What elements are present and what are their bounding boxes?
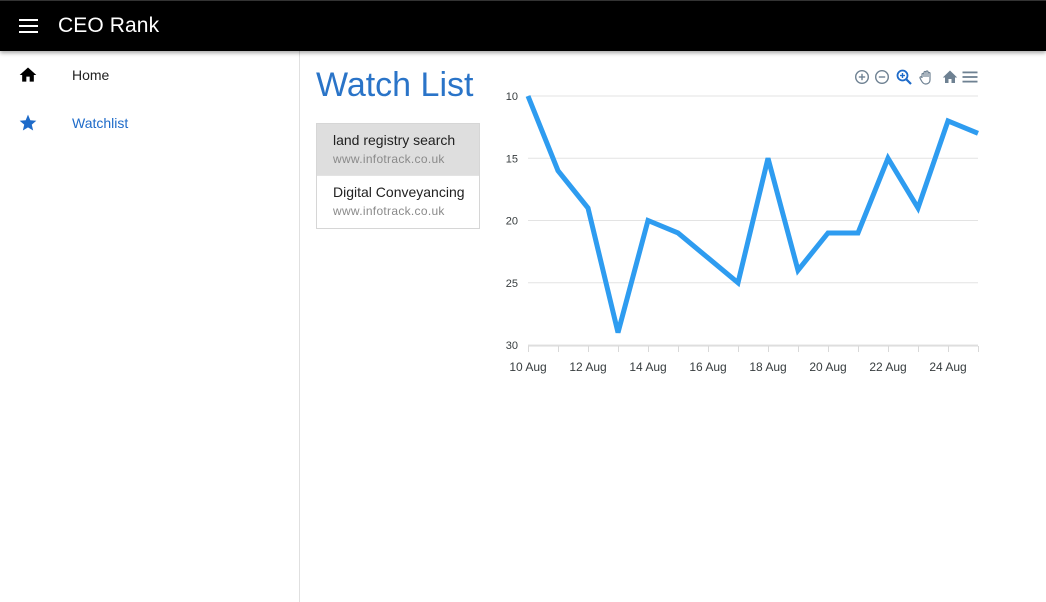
x-tick-label: 20 Aug bbox=[809, 360, 846, 374]
y-tick-label: 20 bbox=[506, 216, 518, 228]
sidebar-item-label: Home bbox=[72, 67, 110, 83]
y-tick-label: 15 bbox=[506, 153, 518, 165]
x-tick-label: 14 Aug bbox=[629, 360, 666, 374]
sidebar-item-watchlist[interactable]: Watchlist bbox=[0, 99, 299, 147]
list-item-url: www.infotrack.co.uk bbox=[333, 152, 445, 166]
x-tick-label: 12 Aug bbox=[569, 360, 606, 374]
x-tick-label: 10 Aug bbox=[509, 360, 546, 374]
watch-list: land registry search www.infotrack.co.uk… bbox=[316, 123, 480, 229]
series-line bbox=[525, 95, 979, 334]
y-tick-label: 10 bbox=[506, 91, 518, 103]
page-title: Watch List bbox=[316, 66, 474, 104]
x-tick-label: 16 Aug bbox=[689, 360, 726, 374]
list-item[interactable]: Digital Conveyancing www.infotrack.co.uk bbox=[317, 176, 479, 228]
menu-icon[interactable] bbox=[14, 13, 44, 39]
list-item-title: land registry search bbox=[333, 132, 456, 148]
y-tick-label: 30 bbox=[506, 340, 518, 352]
rank-line-chart: 10 15 20 25 30 10 Aug 12 Aug 14 Aug 16 Aug 18 Aug… bbox=[506, 91, 979, 374]
app-bar: CEO Rank bbox=[0, 0, 1046, 51]
home-icon bbox=[19, 67, 37, 82]
sidebar-item-home[interactable]: Home bbox=[0, 51, 299, 99]
star-icon bbox=[19, 114, 37, 131]
list-item[interactable]: land registry search www.infotrack.co.uk bbox=[317, 124, 479, 176]
y-tick-label: 25 bbox=[506, 278, 518, 290]
x-tick-label: 24 Aug bbox=[929, 360, 966, 374]
x-tick-label: 22 Aug bbox=[869, 360, 906, 374]
sidebar: Home Watchlist bbox=[0, 51, 300, 602]
x-tick-label: 18 Aug bbox=[749, 360, 786, 374]
sidebar-item-label: Watchlist bbox=[72, 115, 129, 131]
list-item-title: Digital Conveyancing bbox=[333, 184, 465, 200]
app-title: CEO Rank bbox=[58, 14, 160, 37]
list-item-url: www.infotrack.co.uk bbox=[333, 204, 445, 218]
